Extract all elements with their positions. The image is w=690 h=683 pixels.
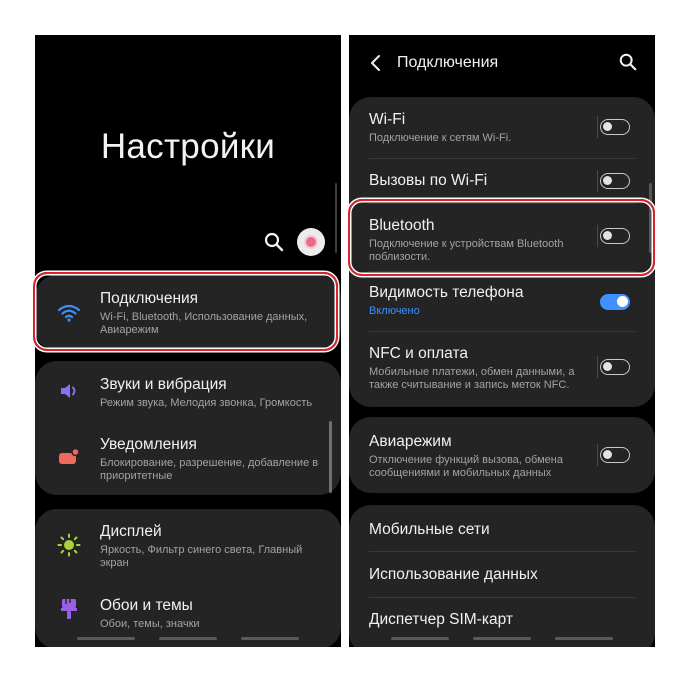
divider — [597, 356, 598, 378]
phone-visibility-toggle[interactable] — [600, 294, 630, 310]
more-connections-card: Мобильные сети Использование данных Дисп… — [349, 505, 655, 647]
nfc-toggle[interactable] — [600, 359, 630, 375]
nav-back-button[interactable] — [555, 637, 613, 640]
setting-label: NFC и оплата — [369, 345, 469, 362]
setting-description: Отключение функций вызова, обмена сообще… — [369, 454, 563, 479]
search-icon[interactable] — [618, 52, 638, 72]
menu-item-description: Режим звука, Мелодия звонка, Громкость — [100, 397, 313, 409]
avatar-image — [304, 235, 318, 249]
menu-item-sounds[interactable]: Звуки и вибрация Режим звука, Мелодия зв… — [35, 361, 341, 423]
setting-label: Мобильные сети — [369, 521, 490, 538]
setting-nfc[interactable]: NFC и оплата Мобильные платежи, обмен да… — [349, 331, 655, 407]
setting-airplane-mode[interactable]: Авиарежим Отключение функций вызова, обм… — [349, 417, 655, 493]
connections-screen: Подключения Wi-Fi Подключение к сетям Wi… — [349, 35, 655, 647]
palette-icon — [55, 595, 83, 623]
navigation-bar — [35, 633, 341, 647]
nav-recent-button[interactable] — [77, 637, 135, 640]
setting-status: Включено — [369, 305, 420, 317]
highlight-connections — [33, 272, 338, 351]
setting-label: Авиарежим — [369, 433, 452, 450]
search-icon[interactable] — [263, 231, 285, 253]
top-app-bar: Подключения — [349, 35, 655, 91]
setting-description: Подключение к сетям Wi-Fi. — [369, 132, 512, 144]
volume-icon — [55, 377, 83, 405]
menu-item-display[interactable]: Дисплей Яркость, Фильтр синего света, Гл… — [35, 509, 341, 581]
sound-notification-card: Звуки и вибрация Режим звука, Мелодия зв… — [35, 361, 341, 495]
navigation-bar — [349, 633, 655, 647]
divider — [597, 444, 598, 466]
menu-item-label: Дисплей — [100, 523, 162, 540]
setting-label: Использование данных — [369, 566, 538, 583]
nav-recent-button[interactable] — [391, 637, 449, 640]
back-arrow-icon[interactable] — [369, 52, 383, 74]
divider — [597, 170, 598, 192]
setting-description: Мобильные платежи, обмен данными, а такж… — [369, 366, 575, 391]
menu-item-description: Обои, темы, значки — [100, 618, 200, 630]
nav-home-button[interactable] — [159, 637, 217, 640]
menu-item-label: Звуки и вибрация — [100, 376, 227, 393]
setting-label: Диспетчер SIM-карт — [369, 611, 513, 628]
menu-item-label: Обои и темы — [100, 597, 193, 614]
setting-label: Wi-Fi — [369, 111, 406, 128]
highlight-bluetooth — [348, 199, 655, 276]
menu-item-notifications[interactable]: Уведомления Блокирование, разрешение, до… — [35, 423, 341, 495]
page-title: Настройки — [100, 127, 276, 166]
setting-phone-visibility[interactable]: Видимость телефона Включено — [349, 271, 655, 331]
menu-item-description: Яркость, Фильтр синего света, Главный эк… — [100, 544, 303, 569]
display-card: Дисплей Яркость, Фильтр синего света, Гл… — [35, 509, 341, 647]
menu-item-description: Блокирование, разрешение, добавление в п… — [100, 457, 319, 482]
nav-home-button[interactable] — [473, 637, 531, 640]
setting-wifi[interactable]: Wi-Fi Подключение к сетям Wi-Fi. — [349, 97, 655, 158]
notification-icon — [55, 443, 83, 471]
menu-item-wallpapers[interactable]: Обои и темы Обои, темы, значки — [35, 581, 341, 641]
setting-wifi-calling[interactable]: Вызовы по Wi-Fi — [349, 158, 655, 203]
setting-data-usage[interactable]: Использование данных — [349, 551, 655, 597]
setting-label: Вызовы по Wi-Fi — [369, 172, 488, 189]
airplane-card: Авиарежим Отключение функций вызова, обм… — [349, 417, 655, 493]
divider — [597, 116, 598, 138]
scrollbar-track — [335, 183, 337, 253]
setting-label: Видимость телефона — [369, 284, 524, 301]
setting-mobile-networks[interactable]: Мобильные сети — [349, 505, 655, 551]
brightness-icon — [55, 531, 83, 559]
wifi-calling-toggle[interactable] — [600, 173, 630, 189]
avatar[interactable] — [297, 228, 325, 256]
page-title: Подключения — [397, 54, 499, 71]
menu-item-label: Уведомления — [100, 436, 197, 453]
wifi-toggle[interactable] — [600, 119, 630, 135]
scrollbar[interactable] — [329, 421, 332, 493]
nav-back-button[interactable] — [241, 637, 299, 640]
airplane-mode-toggle[interactable] — [600, 447, 630, 463]
